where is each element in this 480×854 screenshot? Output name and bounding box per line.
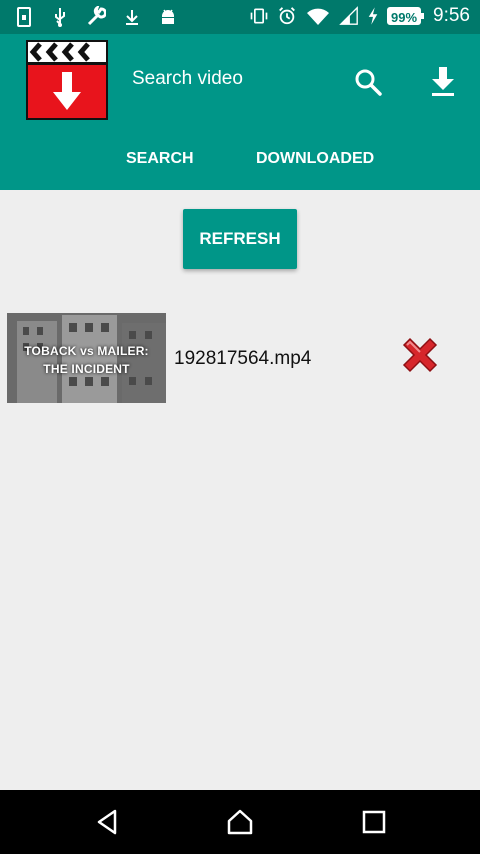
tab-search[interactable]: SEARCH bbox=[126, 150, 194, 168]
battery-indicator: 99% bbox=[387, 7, 425, 25]
back-icon[interactable] bbox=[94, 808, 122, 836]
usb-icon bbox=[55, 8, 65, 27]
android-icon bbox=[162, 9, 174, 24]
status-bar: 99% 9:56 bbox=[0, 0, 480, 34]
video-file-name: 192817564.mp4 bbox=[174, 348, 312, 369]
sim-icon bbox=[17, 7, 31, 27]
navigation-bar bbox=[0, 790, 480, 854]
wifi-icon bbox=[307, 8, 330, 25]
home-icon[interactable] bbox=[226, 808, 254, 836]
charging-icon bbox=[368, 7, 378, 25]
app-logo bbox=[26, 40, 108, 120]
signal-icon bbox=[339, 6, 358, 25]
download-icon[interactable] bbox=[427, 64, 459, 98]
list-item[interactable]: TOBACK vs MAILER: THE INCIDENT 192817564… bbox=[0, 313, 480, 405]
tab-bar: SEARCH DOWNLOADED bbox=[0, 142, 480, 190]
status-icons-right: 99% 9:56 bbox=[249, 5, 470, 27]
tab-downloaded[interactable]: DOWNLOADED bbox=[256, 150, 374, 168]
vibrate-icon bbox=[250, 8, 268, 24]
thumbnail-title-line1: TOBACK vs MAILER: bbox=[24, 344, 149, 358]
refresh-button[interactable]: REFRESH bbox=[183, 209, 297, 269]
video-thumbnail[interactable]: TOBACK vs MAILER: THE INCIDENT bbox=[7, 313, 166, 403]
delete-icon[interactable] bbox=[398, 335, 442, 379]
download-arrow-icon bbox=[126, 10, 138, 25]
search-icon[interactable] bbox=[352, 66, 384, 98]
clock: 9:56 bbox=[433, 5, 470, 26]
thumbnail-title-line2: THE INCIDENT bbox=[43, 362, 130, 376]
thumbnail-image bbox=[7, 313, 166, 403]
status-icons-left bbox=[14, 6, 178, 28]
search-field[interactable]: Search video bbox=[132, 68, 243, 90]
alarm-icon bbox=[279, 7, 295, 25]
recents-icon[interactable] bbox=[360, 808, 388, 836]
wrench-icon bbox=[87, 6, 106, 26]
app-bar: Search video SEARCH DOWNLOADED bbox=[0, 34, 480, 190]
